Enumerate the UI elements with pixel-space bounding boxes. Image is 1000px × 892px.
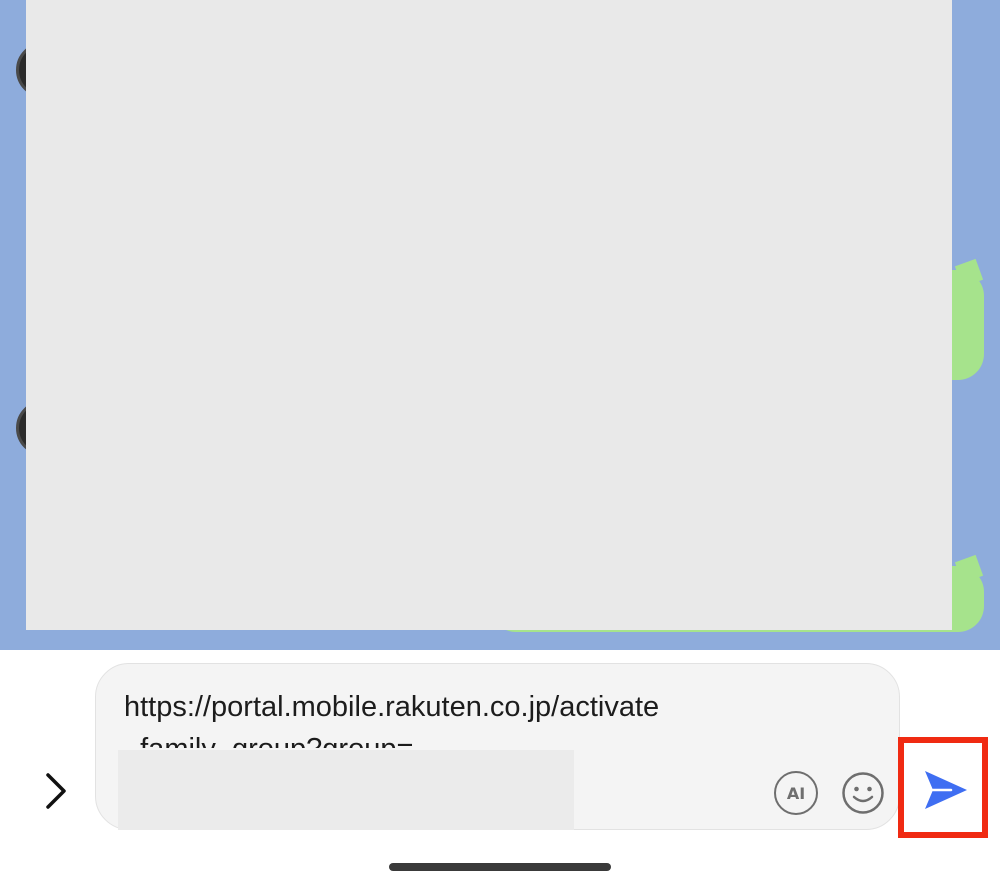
ai-label: AI [786, 783, 806, 803]
message-text[interactable]: https://portal.mobile.rakuten.co.jp/acti… [124, 686, 744, 748]
message-text-line2: _family_group?group= [124, 728, 744, 748]
message-text-line1: https://portal.mobile.rakuten.co.jp/acti… [124, 691, 660, 723]
redacted-text-block [118, 750, 574, 830]
chat-background [0, 0, 1000, 650]
redacted-overlay-panel [26, 0, 952, 630]
chevron-right-icon [46, 773, 66, 809]
home-indicator[interactable] [389, 863, 611, 871]
ai-assist-button[interactable]: AI [774, 771, 818, 815]
emoji-button[interactable] [841, 771, 885, 815]
expand-menu-button[interactable] [32, 763, 80, 819]
paper-plane-icon [925, 771, 967, 809]
smiley-icon [842, 772, 884, 814]
send-button[interactable] [921, 768, 969, 812]
